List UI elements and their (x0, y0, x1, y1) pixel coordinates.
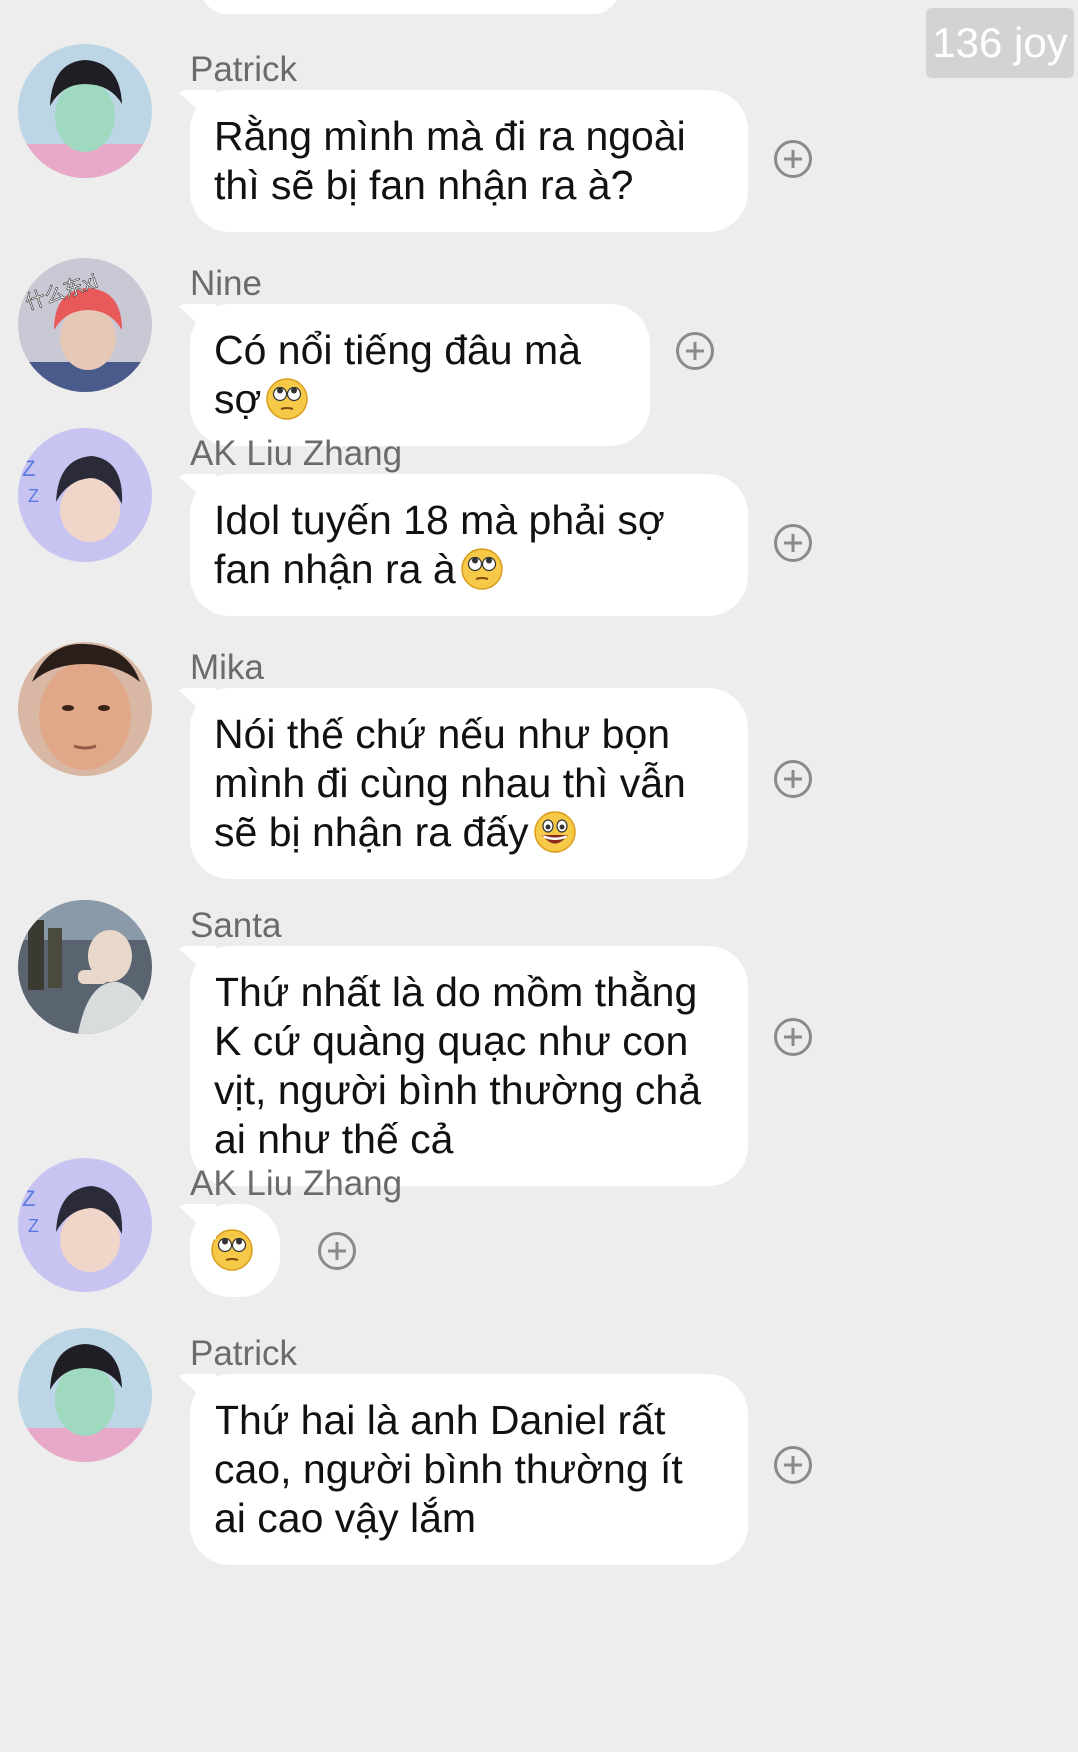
message-bubble[interactable]: Thứ nhất là do mồm thằng K cứ quàng quạc… (190, 946, 748, 1186)
avatar-nine[interactable]: 什么东xi (18, 258, 152, 392)
svg-text:Z: Z (28, 1216, 39, 1236)
add-reaction-button[interactable] (318, 1232, 356, 1270)
add-reaction-button[interactable] (774, 524, 812, 562)
grin-emoji (533, 810, 577, 854)
svg-text:Z: Z (28, 486, 39, 506)
avatar-patrick[interactable] (18, 44, 152, 178)
message-text: Nói thế chứ nếu như bọn mình đi cùng nha… (214, 711, 686, 855)
avatar-santa[interactable] (18, 900, 152, 1034)
message-bubble[interactable]: Nói thế chứ nếu như bọn mình đi cùng nha… (190, 688, 748, 879)
sender-name: Santa (190, 906, 282, 945)
add-reaction-button[interactable] (774, 1018, 812, 1056)
add-reaction-button[interactable] (676, 332, 714, 370)
previous-message-bubble (200, 0, 620, 14)
message-bubble[interactable]: Có nổi tiếng đâu mà sợ (190, 304, 650, 446)
add-reaction-button[interactable] (774, 140, 812, 178)
svg-text:Z: Z (22, 1186, 35, 1211)
avatar-ak[interactable]: ZZ (18, 428, 152, 562)
eye-roll-emoji (460, 547, 504, 591)
reaction-count-badge[interactable]: 136 joy (926, 8, 1074, 78)
add-reaction-button[interactable] (774, 1446, 812, 1484)
avatar-patrick[interactable] (18, 1328, 152, 1462)
sender-name: Mika (190, 648, 264, 687)
message-text: Idol tuyến 18 mà phải sợ fan nhận ra à (214, 497, 665, 592)
message-bubble[interactable]: Rằng mình mà đi ra ngoài thì sẽ bị fan n… (190, 90, 748, 232)
sender-name: AK Liu Zhang (190, 434, 403, 473)
svg-text:Z: Z (22, 456, 35, 481)
add-reaction-button[interactable] (774, 760, 812, 798)
message-bubble[interactable] (190, 1204, 280, 1297)
avatar-mika[interactable] (18, 642, 152, 776)
sender-name: Nine (190, 264, 262, 303)
sender-name: AK Liu Zhang (190, 1164, 403, 1203)
eye-roll-emoji (210, 1228, 254, 1272)
avatar-ak[interactable]: ZZ (18, 1158, 152, 1292)
message-text: Thứ nhất là do mồm thằng K cứ quàng quạc… (214, 969, 702, 1162)
sender-name: Patrick (190, 50, 297, 89)
message-text: Thứ hai là anh Daniel rất cao, người bìn… (214, 1397, 683, 1541)
eye-roll-emoji (265, 377, 309, 421)
message-bubble[interactable]: Idol tuyến 18 mà phải sợ fan nhận ra à (190, 474, 748, 616)
message-text: Rằng mình mà đi ra ngoài thì sẽ bị fan n… (214, 113, 686, 208)
sender-name: Patrick (190, 1334, 297, 1373)
message-bubble[interactable]: Thứ hai là anh Daniel rất cao, người bìn… (190, 1374, 748, 1565)
